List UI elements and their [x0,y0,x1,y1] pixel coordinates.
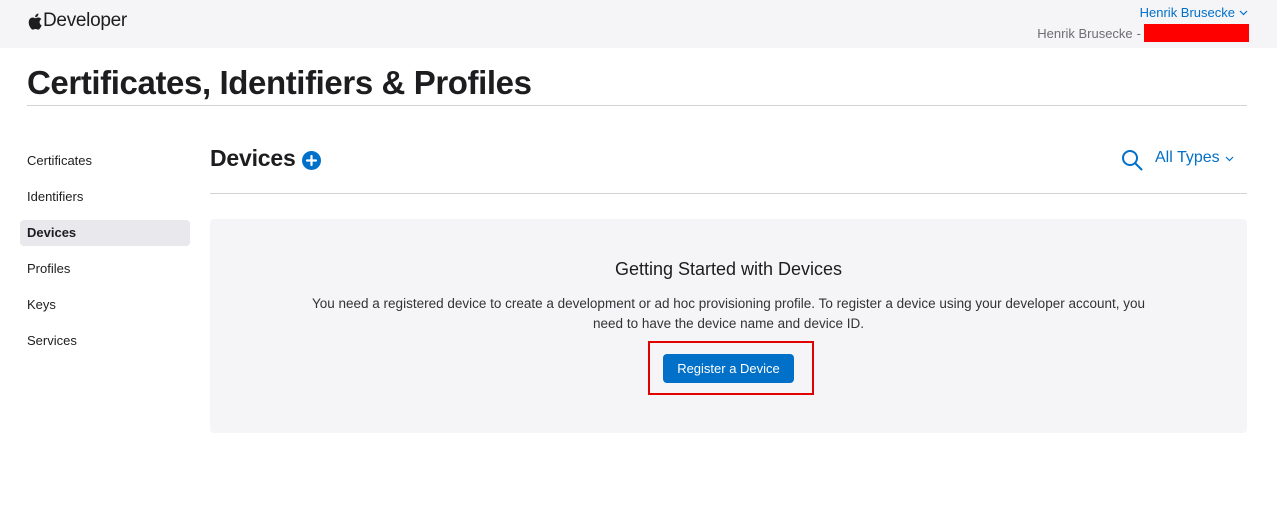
brand-text: Developer [43,10,127,31]
user-menu[interactable]: Henrik Brusecke [1140,5,1248,20]
redacted-team-id [1144,24,1249,42]
page-title: Certificates, Identifiers & Profiles [27,64,532,101]
apple-logo-icon [28,13,42,30]
chevron-down-icon [1225,156,1234,162]
sidebar-item-profiles[interactable]: Profiles [20,256,190,282]
empty-state-text: You need a registered device to create a… [311,296,1146,331]
add-device-icon[interactable] [301,150,321,170]
team-name: Henrik Brusecke [1037,25,1133,41]
sidebar-nav: Certificates Identifiers Devices Profile… [20,148,190,364]
type-filter-label[interactable]: All Types [1155,149,1220,167]
section-title: Devices [210,145,296,171]
sidebar-item-certificates[interactable]: Certificates [20,148,190,174]
team-info: Henrik Brusecke - [1037,24,1249,42]
sidebar-item-devices[interactable]: Devices [20,220,190,246]
register-device-button[interactable]: Register a Device [663,354,794,383]
type-filter-dropdown[interactable]: All Types [1155,149,1234,167]
chevron-down-icon [1239,10,1248,16]
empty-state-title: Getting Started with Devices [614,259,843,279]
developer-logo[interactable]: Developer [28,10,127,32]
team-separator: - [1136,25,1141,41]
empty-state-card: Getting Started with Devices You need a … [210,219,1247,433]
user-name[interactable]: Henrik Brusecke [1140,5,1235,20]
section-divider [210,193,1247,194]
title-divider [27,105,1247,106]
global-header: Developer Henrik Brusecke Henrik Bruseck… [0,0,1277,48]
sidebar-item-services[interactable]: Services [20,328,190,354]
sidebar-item-keys[interactable]: Keys [20,292,190,318]
section-header: Devices [210,145,321,172]
search-icon[interactable] [1121,149,1143,171]
sidebar-item-identifiers[interactable]: Identifiers [20,184,190,210]
